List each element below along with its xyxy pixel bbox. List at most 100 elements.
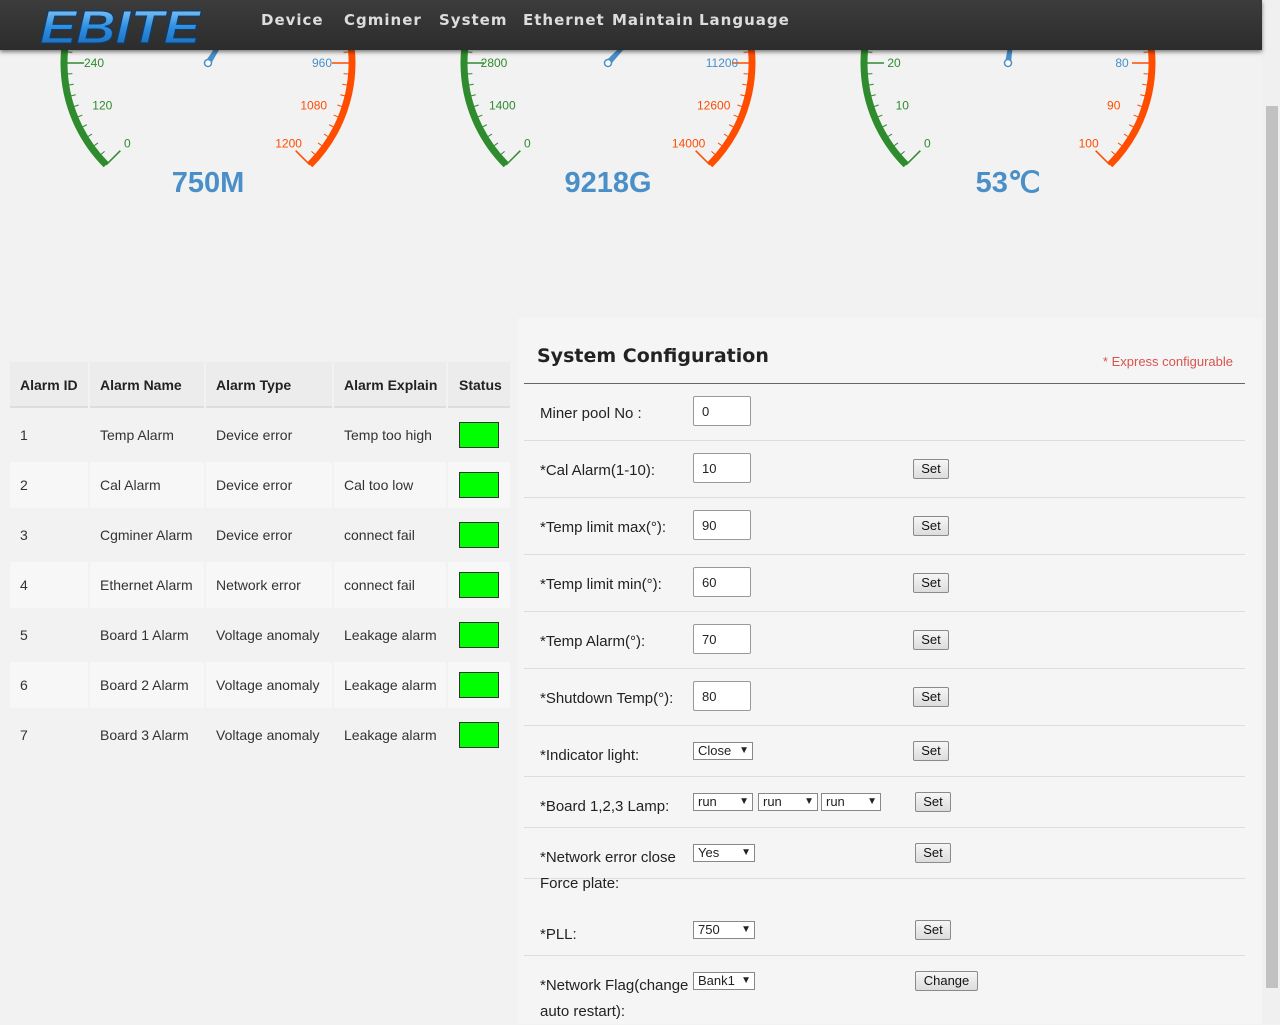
gauge-tick-label: 1080 bbox=[300, 99, 327, 113]
gauge-tick-label: 20 bbox=[887, 56, 901, 70]
nav-device[interactable]: Device bbox=[261, 11, 324, 29]
alarm-id-cell: 5 bbox=[20, 627, 28, 643]
nav-maintain[interactable]: Maintain bbox=[612, 11, 694, 29]
gauge-tick-label: 11200 bbox=[706, 56, 739, 70]
board3-lamp-select[interactable]: run ▼ bbox=[821, 793, 881, 811]
chevron-down-icon: ▼ bbox=[741, 975, 751, 986]
gauge-tick bbox=[743, 73, 752, 75]
gauge-frequency-value: 750M bbox=[172, 167, 245, 199]
status-indicator bbox=[459, 672, 499, 698]
gauge-tick bbox=[464, 51, 473, 53]
gauge-tick-label: 80 bbox=[1115, 56, 1129, 70]
network-error-label-line2: Force plate: bbox=[540, 875, 620, 892]
temp-min-input[interactable] bbox=[693, 567, 751, 597]
gauge-tick bbox=[64, 51, 73, 53]
temp-max-input[interactable] bbox=[693, 510, 751, 540]
status-indicator bbox=[459, 572, 499, 598]
temp-min-set-button[interactable]: Set bbox=[913, 573, 949, 593]
shutdown-temp-label: *Shutdown Temp(°): bbox=[540, 690, 674, 707]
alarm-id-cell: 3 bbox=[20, 527, 28, 543]
ebite-logo[interactable]: EBITE bbox=[36, 1, 206, 49]
nav-ethernet[interactable]: Ethernet bbox=[523, 11, 605, 29]
alarm-id-cell: 2 bbox=[20, 477, 28, 493]
pll-label: *PLL: bbox=[540, 926, 577, 943]
gauge-hashrate-value: 9218G bbox=[564, 167, 651, 199]
header-alarm-id: Alarm ID bbox=[20, 377, 78, 393]
nav-language[interactable]: Language bbox=[699, 11, 790, 29]
table-row: 7 Board 3 Alarm Voltage anomaly Leakage ala… bbox=[10, 712, 510, 758]
network-error-set-button[interactable]: Set bbox=[915, 843, 951, 863]
temp-alarm-input[interactable] bbox=[693, 624, 751, 654]
gauge-tick-label: 90 bbox=[1107, 99, 1121, 113]
gauge-tick bbox=[1095, 150, 1111, 166]
gauge-tick bbox=[343, 73, 352, 75]
cal-alarm-input[interactable] bbox=[693, 453, 751, 483]
board-lamp-label: *Board 1,2,3 Lamp: bbox=[540, 798, 670, 815]
pll-set-button[interactable]: Set bbox=[915, 920, 951, 940]
scrollbar-thumb[interactable] bbox=[1266, 106, 1278, 988]
status-indicator bbox=[459, 472, 499, 498]
header-alarm-name: Alarm Name bbox=[100, 377, 182, 393]
chevron-down-icon: ▼ bbox=[867, 796, 877, 807]
pll-select[interactable]: 750 ▼ bbox=[693, 921, 755, 939]
row-pll: Force plate: *PLL: 750 ▼ Set bbox=[524, 875, 1245, 956]
row-temp-max: *Temp limit max(°): Set bbox=[524, 498, 1245, 555]
alarm-name-cell: Cgminer Alarm bbox=[100, 527, 193, 543]
gauge-tick-label: 12600 bbox=[697, 99, 731, 113]
board1-lamp-select[interactable]: run ▼ bbox=[693, 793, 753, 811]
indicator-light-select[interactable]: Close ▼ bbox=[693, 742, 753, 760]
network-error-select[interactable]: Yes ▼ bbox=[693, 844, 755, 862]
chevron-down-icon: ▼ bbox=[804, 796, 814, 807]
network-flag-label: *Network Flag(change bbox=[540, 977, 689, 994]
gauge-tick bbox=[695, 150, 711, 166]
gauge-tick bbox=[1143, 51, 1152, 53]
alarm-explain-cell: connect fail bbox=[344, 527, 415, 543]
status-indicator bbox=[459, 622, 499, 648]
gauge-tick bbox=[1143, 73, 1152, 75]
pll-value: 750 bbox=[698, 922, 720, 937]
network-flag-select[interactable]: Bank1 ▼ bbox=[693, 972, 755, 990]
board-lamp-set-button[interactable]: Set bbox=[915, 792, 951, 812]
express-configurable-note: * Express configurable bbox=[1102, 354, 1233, 369]
table-row: 6 Board 2 Alarm Voltage anomaly Leakage ala… bbox=[10, 662, 510, 708]
gauge-tick-label: 1400 bbox=[489, 99, 516, 113]
gauge-tick bbox=[105, 150, 121, 166]
board2-lamp-value: run bbox=[763, 794, 782, 809]
table-row: 4 Ethernet Alarm Network error connect fail bbox=[10, 562, 510, 608]
chevron-down-icon: ▼ bbox=[739, 796, 749, 807]
gauge-tick bbox=[343, 51, 352, 53]
shutdown-temp-set-button[interactable]: Set bbox=[913, 687, 949, 707]
alarm-id-cell: 7 bbox=[20, 727, 28, 743]
alarm-id-cell: 6 bbox=[20, 677, 28, 693]
indicator-light-set-button[interactable]: Set bbox=[913, 741, 949, 761]
gauge-tick-label: 0 bbox=[524, 137, 531, 151]
temp-alarm-set-button[interactable]: Set bbox=[913, 630, 949, 650]
nav-system[interactable]: System bbox=[439, 11, 507, 29]
temp-max-set-button[interactable]: Set bbox=[913, 516, 949, 536]
alarm-type-cell: Device error bbox=[216, 427, 293, 443]
nav-cgminer[interactable]: Cgminer bbox=[344, 11, 422, 29]
network-flag-change-button[interactable]: Change bbox=[915, 971, 978, 991]
temp-min-label: *Temp limit min(°): bbox=[540, 576, 662, 593]
network-flag-label-line2: auto restart): bbox=[540, 1003, 626, 1020]
status-indicator bbox=[459, 422, 499, 448]
chevron-down-icon: ▼ bbox=[739, 745, 749, 756]
gauge-needle-hub bbox=[203, 58, 213, 68]
shutdown-temp-input[interactable] bbox=[693, 681, 751, 711]
board1-lamp-value: run bbox=[698, 794, 717, 809]
gauge-tick-label: 0 bbox=[124, 137, 131, 151]
miner-pool-input[interactable] bbox=[693, 396, 751, 426]
indicator-light-label: *Indicator light: bbox=[540, 747, 640, 764]
alarm-header-row: Alarm ID Alarm Name Alarm Type Alarm Exp… bbox=[10, 362, 510, 408]
board2-lamp-select[interactable]: run ▼ bbox=[758, 793, 818, 811]
gauge-tick-label: 100 bbox=[1079, 137, 1099, 151]
cal-alarm-set-button[interactable]: Set bbox=[913, 459, 949, 479]
network-error-label: *Network error close bbox=[540, 849, 676, 866]
alarm-id-cell: 4 bbox=[20, 577, 28, 593]
gauge-tick bbox=[864, 73, 873, 75]
gauge-tick-label: 14000 bbox=[672, 137, 706, 151]
alarm-type-cell: Voltage anomaly bbox=[216, 677, 320, 693]
chevron-down-icon: ▼ bbox=[741, 924, 751, 935]
alarm-explain-cell: Leakage alarm bbox=[344, 627, 437, 643]
gauge-temperature-value: 53℃ bbox=[976, 167, 1041, 199]
